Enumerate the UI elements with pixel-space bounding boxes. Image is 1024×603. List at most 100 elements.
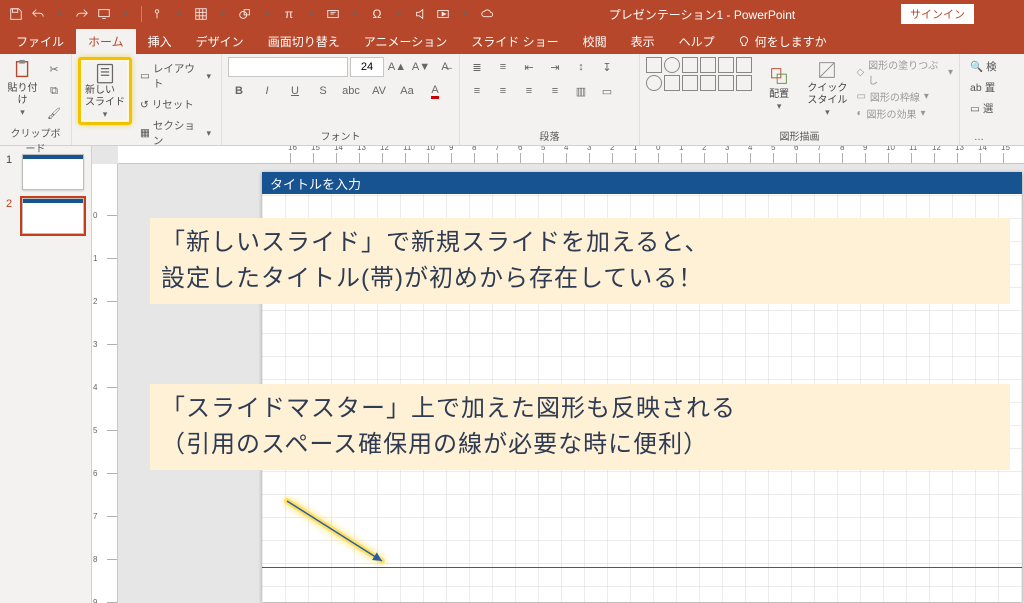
quick-style-icon: [816, 59, 838, 81]
shadow-icon[interactable]: abc: [340, 81, 362, 101]
quick-access-toolbar: ▾ ▾ ▾ ▾ ▾ π ▾ ▾ Ω ▾ ▾: [0, 4, 503, 24]
horizontal-ruler: 1615141312111098765432101234567891011121…: [118, 146, 1024, 164]
ribbon-tabs: ファイル ホーム 挿入 デザイン 画面切り替え アニメーション スライド ショー…: [0, 28, 1024, 54]
group-slides: 新しい スライド ▾ ▭ レイアウト ▾ ↺ リセット ▦ セクション ▾ スラ…: [72, 54, 222, 145]
title-band[interactable]: タイトルを入力: [262, 172, 1022, 194]
speaker-icon[interactable]: [411, 4, 431, 24]
undo-dropdown-icon[interactable]: ▾: [50, 4, 70, 24]
diagonal-arrow-icon: [282, 496, 392, 566]
align-center-icon[interactable]: ≡: [492, 81, 514, 101]
tab-help[interactable]: ヘルプ: [667, 29, 727, 54]
group-label-font: フォント: [228, 126, 453, 143]
signin-button[interactable]: サインイン: [901, 4, 974, 24]
title-bar: ▾ ▾ ▾ ▾ ▾ π ▾ ▾ Ω ▾ ▾ プレゼンテーション1 - Power…: [0, 0, 1024, 28]
decrease-font-icon[interactable]: A▼: [410, 57, 432, 77]
tab-animations[interactable]: アニメーション: [352, 29, 460, 54]
reference-line: [262, 567, 1022, 568]
layout-button[interactable]: ▭ レイアウト ▾: [136, 59, 215, 93]
underline-icon[interactable]: U: [284, 81, 306, 101]
spacing-icon[interactable]: AV: [368, 81, 390, 101]
change-case-icon[interactable]: Aa: [396, 81, 418, 101]
textbox-icon[interactable]: [323, 4, 343, 24]
align-left-icon[interactable]: ≡: [466, 81, 488, 101]
bold-icon[interactable]: B: [228, 81, 250, 101]
touch-mode-icon[interactable]: [147, 4, 167, 24]
start-show-icon[interactable]: [94, 4, 114, 24]
font-size-input[interactable]: [350, 57, 384, 77]
undo-icon[interactable]: [28, 4, 48, 24]
tab-home[interactable]: ホーム: [76, 29, 136, 54]
font-color-icon[interactable]: A: [424, 81, 446, 101]
new-slide-icon: [95, 62, 115, 85]
strike-icon[interactable]: S: [312, 81, 334, 101]
line-spacing-icon[interactable]: ↕: [570, 57, 592, 77]
select-button[interactable]: ▭ 選: [966, 99, 997, 118]
group-editing: 🔍 検 ab 置 ▭ 選 …: [960, 54, 998, 145]
media-icon[interactable]: [433, 4, 453, 24]
tab-file[interactable]: ファイル: [4, 29, 76, 54]
redo-icon[interactable]: [72, 4, 92, 24]
cloud-icon[interactable]: [477, 4, 497, 24]
clear-format-icon[interactable]: A̶: [434, 57, 456, 77]
indent-inc-icon[interactable]: ⇥: [544, 57, 566, 77]
group-label-drawing: 図形描画: [646, 126, 953, 143]
group-label-clipboard: クリップボード: [6, 123, 65, 155]
lightbulb-icon: [737, 35, 751, 49]
shape-icon[interactable]: [235, 4, 255, 24]
window-title: プレゼンテーション1 - PowerPoint: [503, 6, 901, 23]
tab-review[interactable]: 校閲: [571, 29, 619, 54]
omega-icon[interactable]: Ω: [367, 4, 387, 24]
shape-format-menu: ◇ 図形の塗りつぶし ▾ ▭ 図形の枠線 ▾ ◐ 図形の効果 ▾: [856, 57, 953, 121]
ribbon: 貼り付け ▾ ✂ ⧉ 🖌 クリップボード 新しい スライド ▾ ▭ レイアウト …: [0, 54, 1024, 146]
align-right-icon[interactable]: ≡: [518, 81, 540, 101]
reset-button[interactable]: ↺ リセット: [136, 95, 215, 114]
tab-insert[interactable]: 挿入: [136, 29, 184, 54]
shape-outline-button[interactable]: ▭ 図形の枠線 ▾: [856, 89, 953, 104]
arrange-button[interactable]: 配置▾: [760, 57, 798, 119]
annotation-callout-1: 「新しいスライド」で新規スライドを加えると、 設定したタイトル(帯)が初めから存…: [150, 218, 1010, 304]
section-button[interactable]: ▦ セクション ▾: [136, 116, 215, 150]
numbering-icon[interactable]: ≡: [492, 57, 514, 77]
tell-me-search[interactable]: 何をしますか: [727, 29, 837, 54]
annotation-callout-2: 「スライドマスター」上で加えた図形も反映される （引用のスペース確保用の線が必要…: [150, 384, 1010, 470]
group-paragraph: ≣ ≡ ⇤ ⇥ ↕ ↧ ≡ ≡ ≡ ≡ ▥ ▭ 段落: [460, 54, 640, 145]
italic-icon[interactable]: I: [256, 81, 278, 101]
text-direction-icon[interactable]: ↧: [596, 57, 618, 77]
tab-slideshow[interactable]: スライド ショー: [459, 29, 570, 54]
paste-button[interactable]: 貼り付け ▾: [6, 57, 39, 119]
tab-view[interactable]: 表示: [619, 29, 667, 54]
bullets-icon[interactable]: ≣: [466, 57, 488, 77]
arrange-icon: [768, 65, 790, 87]
quick-styles-button[interactable]: クイック スタイル▾: [806, 57, 848, 119]
indent-dec-icon[interactable]: ⇤: [518, 57, 540, 77]
shape-gallery[interactable]: [646, 57, 752, 91]
increase-font-icon[interactable]: A▲: [386, 57, 408, 77]
smartart-icon[interactable]: ▭: [596, 81, 618, 101]
copy-icon[interactable]: ⧉: [43, 81, 65, 101]
new-slide-highlight: 新しい スライド ▾: [78, 57, 132, 125]
group-font: A▲ A▼ A̶ B I U S abc AV Aa A フォント: [222, 54, 460, 145]
cut-icon[interactable]: ✂: [43, 59, 65, 79]
new-slide-button[interactable]: 新しい スライド ▾: [83, 62, 127, 120]
find-button[interactable]: 🔍 検: [966, 57, 1001, 76]
slide-edit-area[interactable]: 1615141312111098765432101234567891011121…: [92, 146, 1024, 603]
columns-icon[interactable]: ▥: [570, 81, 592, 101]
tab-design[interactable]: デザイン: [184, 29, 256, 54]
justify-icon[interactable]: ≡: [544, 81, 566, 101]
slide-thumbnails[interactable]: 1 2: [0, 146, 92, 603]
tell-me-label: 何をしますか: [755, 33, 827, 50]
replace-button[interactable]: ab 置: [966, 78, 999, 97]
font-family-input[interactable]: [228, 57, 348, 77]
group-label-paragraph: 段落: [466, 126, 633, 143]
pi-icon[interactable]: π: [279, 4, 299, 24]
vertical-ruler: 0123456789: [92, 164, 118, 603]
shape-fill-button[interactable]: ◇ 図形の塗りつぶし ▾: [856, 57, 953, 87]
tab-transitions[interactable]: 画面切り替え: [256, 29, 352, 54]
thumbnail-2[interactable]: 2: [0, 196, 91, 240]
table-icon[interactable]: [191, 4, 211, 24]
shape-effects-button[interactable]: ◐ 図形の効果 ▾: [856, 106, 953, 121]
format-painter-icon[interactable]: 🖌: [43, 103, 65, 123]
save-icon[interactable]: [6, 4, 26, 24]
paste-icon: [12, 59, 34, 81]
qat-more-icon[interactable]: ▾: [116, 4, 136, 24]
